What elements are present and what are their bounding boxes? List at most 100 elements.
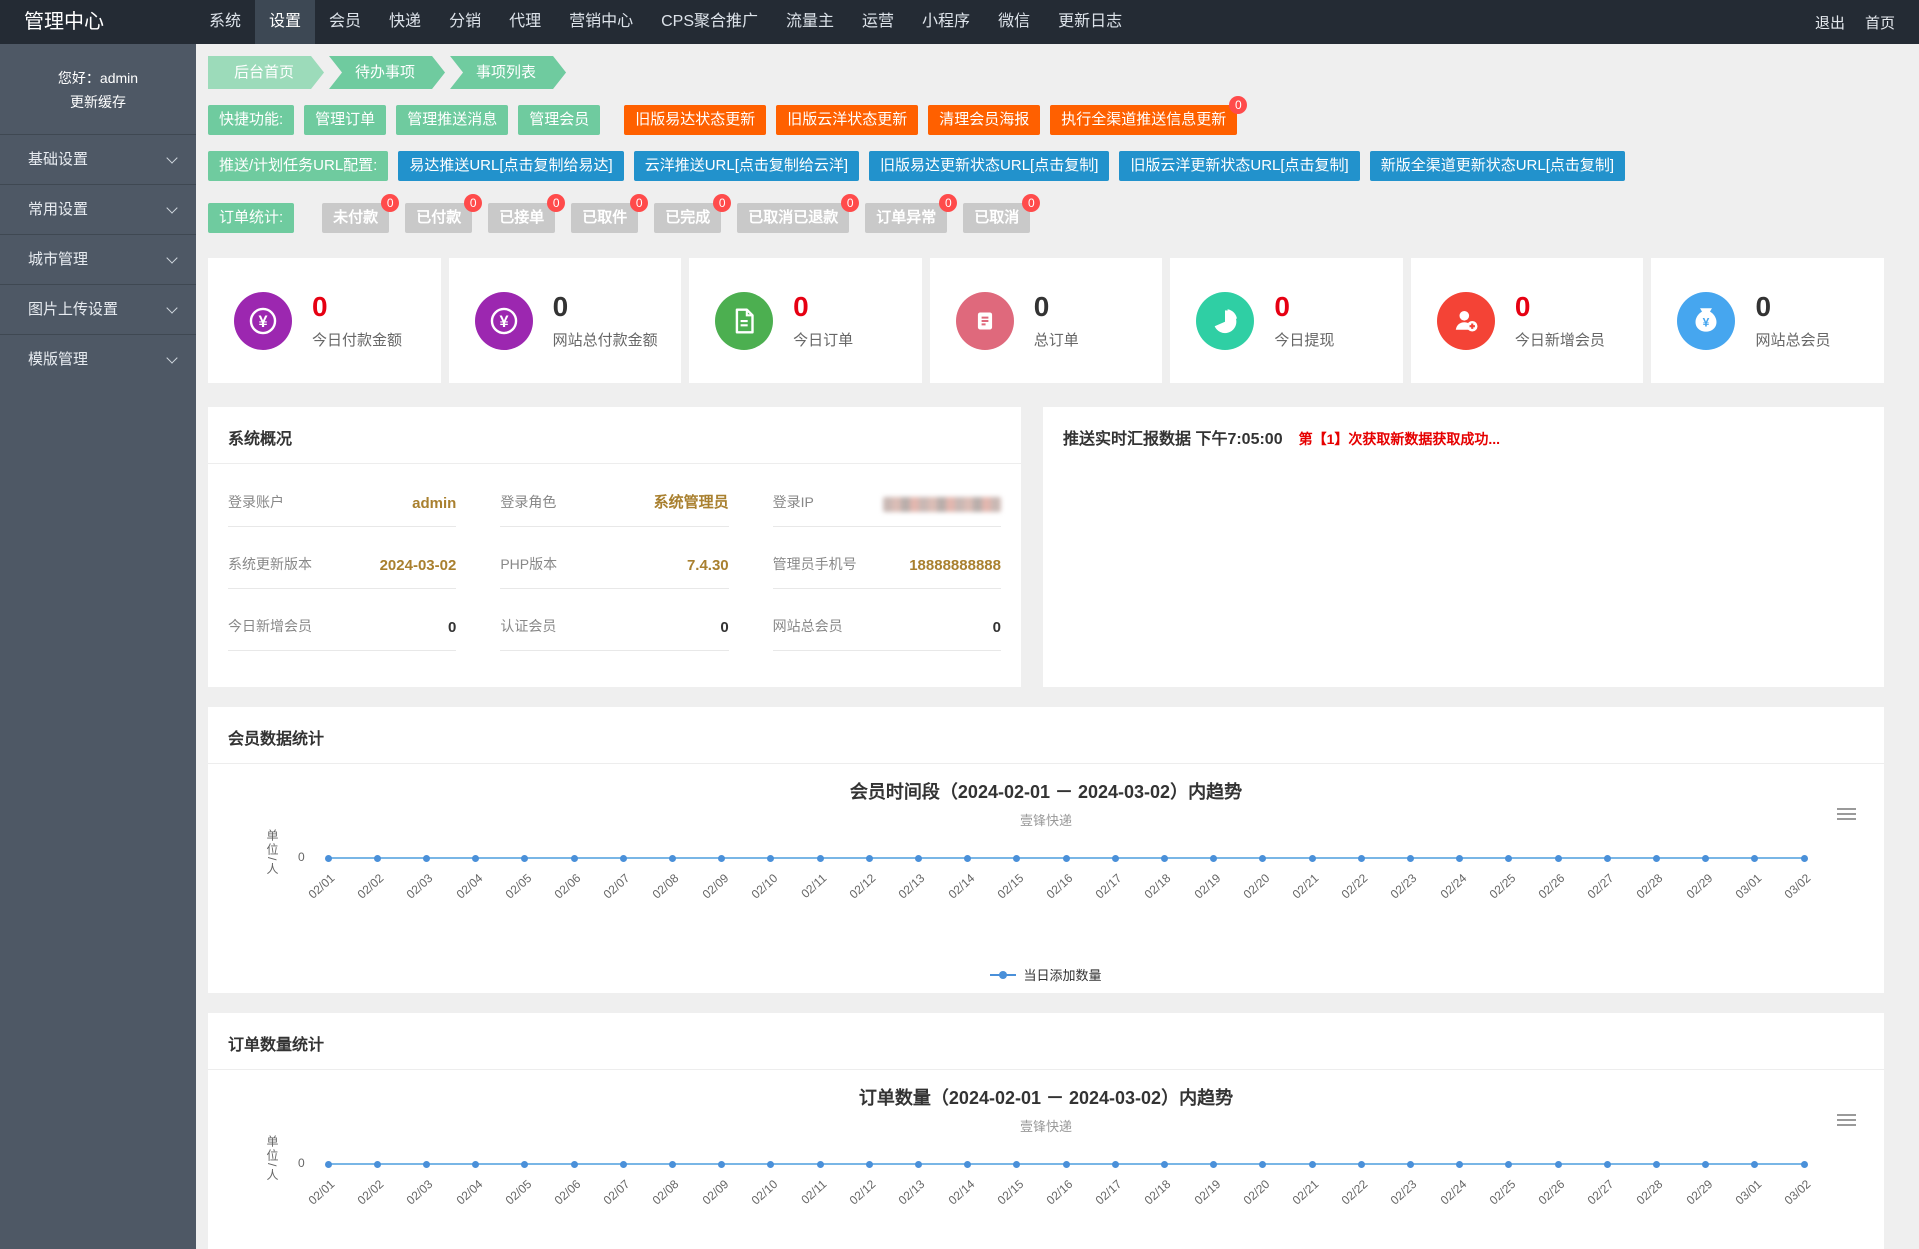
order-count-badge: 0 <box>547 194 566 212</box>
push-report-title: 推送实时汇报数据 下午7:05:00 <box>1063 431 1283 448</box>
sidebar-item-3[interactable]: 图片上传设置 <box>0 284 196 334</box>
menu-bar <box>1837 1119 1856 1121</box>
system-overview-table: 登录账户 admin 登录角色 系统管理员 登录IP 系统更新版本 2024-03-02 PH… <box>208 464 1021 651</box>
x-axis-tick-label: 02/17 <box>1092 1177 1125 1208</box>
quick-green-button-2[interactable]: 管理会员 <box>518 105 601 135</box>
system-cell-1-1: PHP版本 7.4.30 <box>500 527 729 589</box>
data-point <box>914 1160 922 1168</box>
data-point <box>1406 854 1414 862</box>
sidebar-item-0[interactable]: 基础设置 <box>0 134 196 184</box>
url-copy-button-1[interactable]: 云洋推送URL[点击复制给云洋] <box>633 151 860 181</box>
nav-item-6[interactable]: 营销中心 <box>555 0 647 44</box>
system-cell-1-2: 管理员手机号 18888888888 <box>772 527 1001 589</box>
system-cell-label: 登录IP <box>772 494 814 510</box>
menu-bar <box>1837 813 1856 815</box>
sidebar-item-4[interactable]: 模版管理 <box>0 334 196 384</box>
sidebar-item-2[interactable]: 城市管理 <box>0 234 196 284</box>
data-point <box>1603 1160 1611 1168</box>
x-axis-tick-label: 02/02 <box>354 1177 387 1208</box>
home-link[interactable]: 首页 <box>1857 12 1903 33</box>
divider <box>208 1069 1884 1070</box>
nav-item-10[interactable]: 小程序 <box>908 0 984 44</box>
chart-legend[interactable]: 当日添加数量 <box>228 965 1864 984</box>
quick-green-button-0[interactable]: 管理订单 <box>304 105 387 135</box>
order-status-7[interactable]: 已取消 0 <box>963 194 1041 233</box>
data-point <box>816 854 824 862</box>
system-cell-0-2: 登录IP <box>772 464 1001 527</box>
x-axis-tick-label: 02/09 <box>699 1177 731 1208</box>
order-status-0[interactable]: 未付款 0 <box>322 194 400 233</box>
order-chart: 订单数量（2024-02-01 － 2024-03-02）内趋势 壹锋快递 单位/人… <box>208 1084 1884 1249</box>
url-buttons-group: 易达推送URL[点击复制给易达] 云洋推送URL[点击复制给云洋] 旧版易达更新状态… <box>398 151 1626 181</box>
stat-card-text: 0 今日订单 <box>793 291 853 350</box>
nav-item-7[interactable]: CPS聚合推广 <box>647 0 772 44</box>
x-axis-tick-label: 02/03 <box>404 1177 436 1208</box>
url-copy-button-4[interactable]: 新版全渠道更新状态URL[点击复制] <box>1369 151 1626 181</box>
divider <box>208 763 1884 764</box>
logout-link[interactable]: 退出 <box>1807 12 1853 33</box>
data-point <box>1308 1160 1316 1168</box>
refresh-cache-link[interactable]: 更新缓存 <box>10 90 186 114</box>
data-point <box>1751 854 1759 862</box>
nav-item-9[interactable]: 运营 <box>848 0 908 44</box>
order-status-2[interactable]: 已接单 0 <box>488 194 566 233</box>
sidebar-item-1[interactable]: 常用设置 <box>0 184 196 234</box>
quick-orange-button-0[interactable]: 旧版易达状态更新 <box>624 105 767 135</box>
order-status-1[interactable]: 已付款 0 <box>405 194 483 233</box>
nav-item-4[interactable]: 分销 <box>435 0 495 44</box>
data-point <box>1062 1160 1070 1168</box>
order-status-6[interactable]: 订单异常 0 <box>865 194 958 233</box>
data-point <box>521 1160 529 1168</box>
data-point <box>422 854 430 862</box>
order-status-4[interactable]: 已完成 0 <box>654 194 732 233</box>
stat-card-1: ¥0 网站总付款金额 <box>448 258 682 383</box>
breadcrumb-item-0[interactable]: 后台首页 <box>208 56 324 89</box>
quick-green-button-1[interactable]: 管理推送消息 <box>396 105 509 135</box>
chart-title: 订单数量（2024-02-01 － 2024-03-02）内趋势 <box>858 1088 1234 1108</box>
stat-card-label: 网站总会员 <box>1755 331 1831 349</box>
quick-orange-button-2[interactable]: 清理会员海报 <box>928 105 1041 135</box>
full-channel-push-button[interactable]: 执行全渠道推送信息更新 0 <box>1050 96 1248 135</box>
x-axis-tick-label: 02/21 <box>1289 871 1322 902</box>
x-axis-tick-label: 02/01 <box>305 871 338 902</box>
x-axis-tick-label: 02/16 <box>1043 871 1076 902</box>
nav-item-3[interactable]: 快递 <box>375 0 435 44</box>
nav-item-8[interactable]: 流量主 <box>772 0 848 44</box>
x-axis-tick-label: 02/07 <box>600 1177 633 1208</box>
chart-menu-icon[interactable] <box>1837 1114 1856 1129</box>
data-point <box>1013 854 1021 862</box>
breadcrumb-item-2[interactable]: 事项列表 <box>450 56 566 89</box>
chevron-down-icon <box>166 252 178 264</box>
nav-item-12[interactable]: 更新日志 <box>1044 0 1136 44</box>
nav-right: 退出 首页 <box>1807 0 1919 44</box>
data-point <box>816 1160 824 1168</box>
order-status-3[interactable]: 已取件 0 <box>571 194 649 233</box>
url-copy-button-2[interactable]: 旧版易达更新状态URL[点击复制] <box>869 151 1110 181</box>
data-point <box>1406 1160 1414 1168</box>
chart-title: 会员时间段（2024-02-01 － 2024-03-02）内趋势 <box>849 782 1243 802</box>
data-point <box>619 854 627 862</box>
nav-item-2[interactable]: 会员 <box>315 0 375 44</box>
x-axis-tick-label: 02/19 <box>1191 1177 1223 1208</box>
svg-text:¥: ¥ <box>258 313 267 331</box>
system-cell-2-2: 网站总会员 0 <box>772 589 1001 651</box>
data-point <box>1210 854 1218 862</box>
order-status-5[interactable]: 已取消已退款 0 <box>737 194 860 233</box>
breadcrumb-item-1[interactable]: 待办事项 <box>329 56 445 89</box>
quick-orange-button-1[interactable]: 旧版云洋状态更新 <box>776 105 919 135</box>
nav-item-5[interactable]: 代理 <box>495 0 555 44</box>
order-stats-row: 订单统计: 未付款 0 已付款 0 已接单 0 已取件 0 已完成 0 已取消已退款 0 订单异常 0 已取… <box>208 194 1884 233</box>
order-count-badge: 0 <box>630 194 649 212</box>
nav-item-0[interactable]: 系统 <box>195 0 255 44</box>
order-count-badge: 0 <box>464 194 483 212</box>
data-point <box>1702 854 1710 862</box>
nav-item-11[interactable]: 微信 <box>984 0 1044 44</box>
data-point <box>668 1160 676 1168</box>
url-copy-button-0[interactable]: 易达推送URL[点击复制给易达] <box>398 151 624 181</box>
data-point <box>521 854 529 862</box>
system-cell-label: 登录角色 <box>500 494 557 510</box>
nav-item-1[interactable]: 设置 <box>255 0 316 44</box>
chevron-down-icon <box>166 302 178 314</box>
chart-menu-icon[interactable] <box>1837 808 1856 823</box>
url-copy-button-3[interactable]: 旧版云洋更新状态URL[点击复制] <box>1119 151 1360 181</box>
